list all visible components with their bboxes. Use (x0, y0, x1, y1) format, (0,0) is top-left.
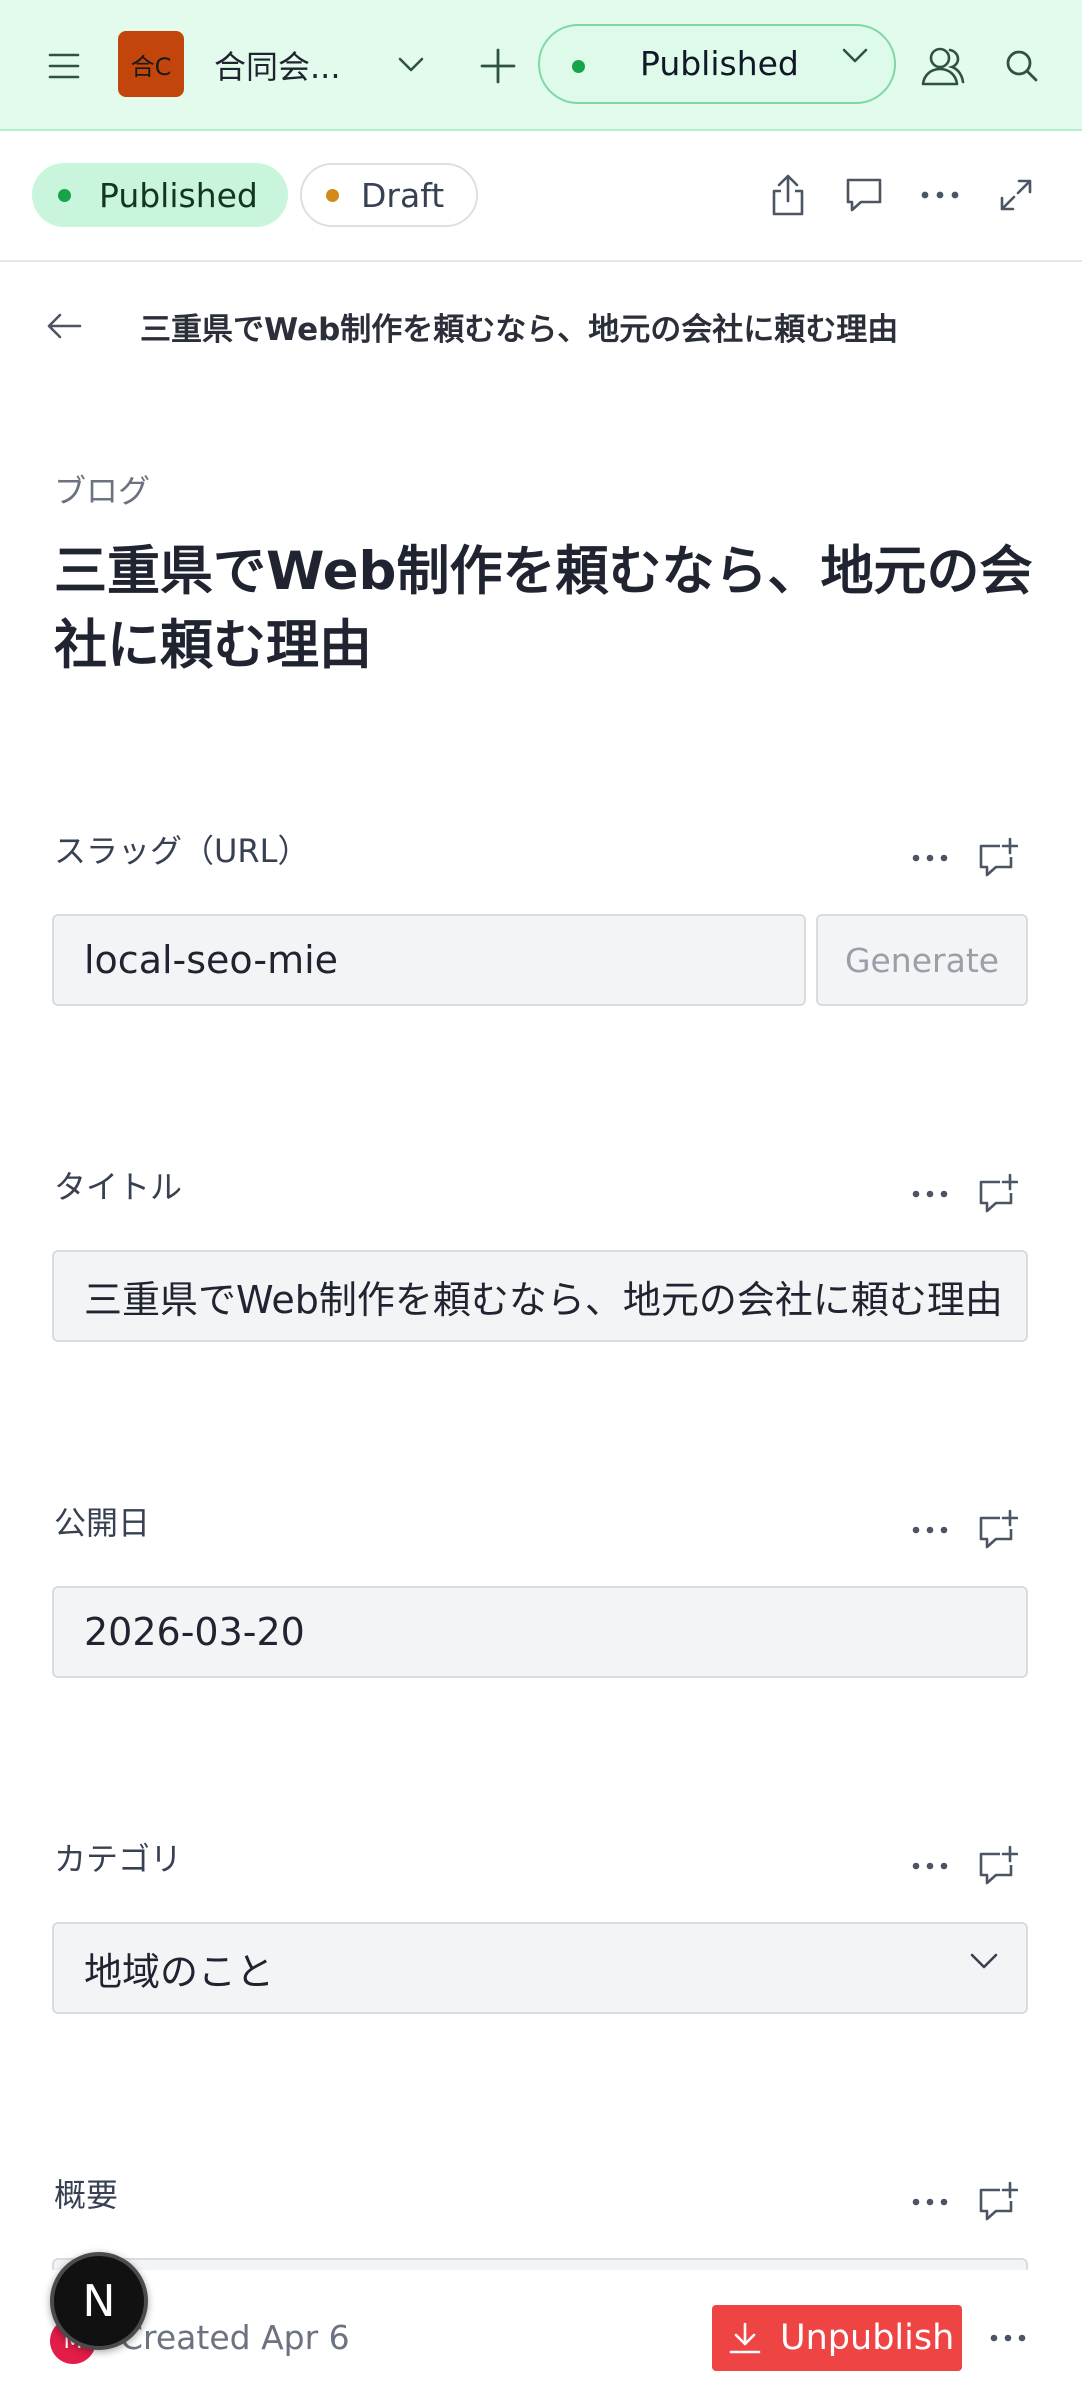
publish-date-input[interactable]: 2026-03-20 (52, 1586, 1028, 1678)
draft-dot (326, 188, 339, 202)
published-label: Published (99, 175, 258, 215)
top-bar: 合C 合同会... Published (0, 0, 1082, 131)
add-comment-icon[interactable] (970, 830, 1026, 886)
field-more-icon[interactable] (902, 830, 958, 886)
menu-icon[interactable] (36, 38, 92, 94)
unpublish-label: Unpublish (780, 2318, 955, 2358)
category-value: 地域のこと (84, 1949, 275, 1994)
collection-label: ブログ (54, 472, 151, 510)
category-select[interactable]: 地域のこと (52, 1922, 1028, 2014)
slug-input[interactable]: local-seo-mie (52, 914, 806, 1006)
document-toolbar: Published Draft (0, 131, 1082, 262)
created-date: Created Apr 6 (120, 2318, 350, 2357)
status-label: Published (640, 44, 799, 83)
published-tab[interactable]: Published (32, 163, 288, 227)
chevron-down-icon (970, 1952, 998, 1970)
unpublish-button[interactable]: Unpublish (712, 2305, 962, 2371)
field-more-icon[interactable] (902, 1838, 958, 1894)
expand-icon[interactable] (988, 167, 1044, 223)
plus-icon[interactable] (470, 38, 526, 94)
workspace-name[interactable]: 合同会... (214, 40, 341, 90)
more-icon[interactable] (980, 2310, 1036, 2366)
generate-button[interactable]: Generate (816, 914, 1028, 1006)
draft-tab[interactable]: Draft (300, 163, 478, 227)
field-more-icon[interactable] (902, 2174, 958, 2230)
more-icon[interactable] (912, 167, 968, 223)
published-dot (58, 188, 71, 202)
publish-date-label: 公開日 (54, 1504, 151, 1542)
summary-label: 概要 (54, 2176, 119, 2214)
search-icon[interactable] (994, 38, 1050, 94)
chevron-down-icon[interactable] (388, 40, 434, 90)
title-input[interactable]: 三重県でWeb制作を頼むなら、地元の会社に頼む理由 (52, 1250, 1028, 1342)
page-title: 三重県でWeb制作を頼むなら、地元の会社に頼む理由 (54, 541, 1033, 676)
chevron-down-icon (842, 48, 868, 64)
download-icon (729, 2322, 761, 2354)
comment-icon[interactable] (836, 167, 892, 223)
add-comment-icon[interactable] (970, 1166, 1026, 1222)
floating-action-button[interactable]: N (50, 2252, 148, 2350)
category-label: カテゴリ (54, 1840, 183, 1878)
field-more-icon[interactable] (902, 1166, 958, 1222)
collaborators-icon[interactable] (912, 36, 974, 96)
status-dropdown[interactable]: Published (538, 24, 896, 104)
breadcrumb-title: 三重県でWeb制作を頼むなら、地元の会社に頼む理由 (140, 312, 899, 348)
slug-label: スラッグ（URL） (54, 832, 310, 870)
status-dot (572, 60, 585, 73)
add-comment-icon[interactable] (970, 2174, 1026, 2230)
workspace-badge[interactable]: 合C (118, 31, 184, 97)
add-comment-icon[interactable] (970, 1838, 1026, 1894)
draft-label: Draft (361, 175, 445, 215)
share-icon[interactable] (760, 167, 816, 223)
add-comment-icon[interactable] (970, 1502, 1026, 1558)
title-label: タイトル (54, 1168, 183, 1206)
back-arrow-icon[interactable] (36, 298, 92, 354)
field-more-icon[interactable] (902, 1502, 958, 1558)
